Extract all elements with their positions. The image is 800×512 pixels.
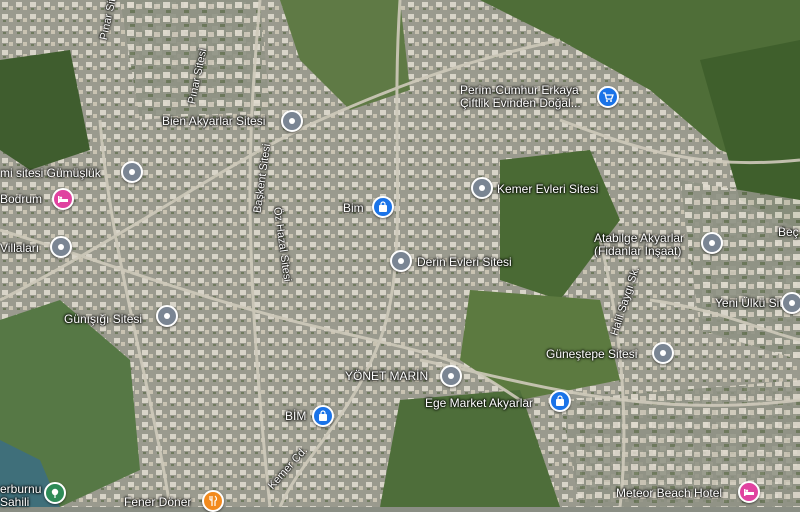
park-icon[interactable] [44,482,66,504]
place-icon[interactable] [471,177,493,199]
place-icon[interactable] [701,232,723,254]
bag-icon[interactable] [549,390,571,412]
map-label-meteor[interactable]: Meteor Beach Hotel [616,487,722,500]
cart-icon[interactable] [597,86,619,108]
map-label-ege[interactable]: Ege Market Akyarlar [425,397,533,410]
place-icon[interactable] [156,305,178,327]
map-label-burnu[interactable]: erburnu Sahili [0,483,41,509]
map-label-fener[interactable]: Fener Döner [124,496,191,509]
map-label-gunisigi[interactable]: Günışığı Sitesi [64,313,142,326]
map-label-kemer-evleri[interactable]: Kemer Evleri Sitesi [497,183,598,196]
map-label-gunestepe[interactable]: Güneştepe Sitesi [546,348,637,361]
map-label-bien[interactable]: Bien Akyarlar Sitesi [162,115,265,128]
bed-icon[interactable] [738,481,760,503]
place-icon[interactable] [281,110,303,132]
fork-icon[interactable] [202,490,224,512]
map-label-villalari[interactable]: Villaları [0,242,39,255]
place-icon[interactable] [440,365,462,387]
map-label-gumusluk[interactable]: mi sitesi Gümüşlük [0,167,101,180]
place-icon[interactable] [781,292,800,314]
map-label-derin[interactable]: Derin Evleri Sitesi [417,256,512,269]
map-label-atabilge[interactable]: Atabilge Akyarlar (Fidanlar İnşaat) [594,232,684,258]
map-label-bodrum[interactable]: Bodrum [0,193,42,206]
bed-icon[interactable] [52,188,74,210]
map-label-bim-1[interactable]: Bim [343,202,364,215]
bag-icon[interactable] [372,196,394,218]
place-icon[interactable] [390,250,412,272]
map-label-bim-2[interactable]: BİM [285,410,306,423]
map-label-yonet[interactable]: YÖNET MARİN [345,370,428,383]
place-icon[interactable] [121,161,143,183]
map-label-bec[interactable]: Beç [778,226,799,239]
map-label-perim[interactable]: Perim-Cumhur Erkaya Çiftlik Evinden Doğa… [460,84,581,110]
place-icon[interactable] [652,342,674,364]
bag-icon[interactable] [312,405,334,427]
place-icon[interactable] [50,236,72,258]
